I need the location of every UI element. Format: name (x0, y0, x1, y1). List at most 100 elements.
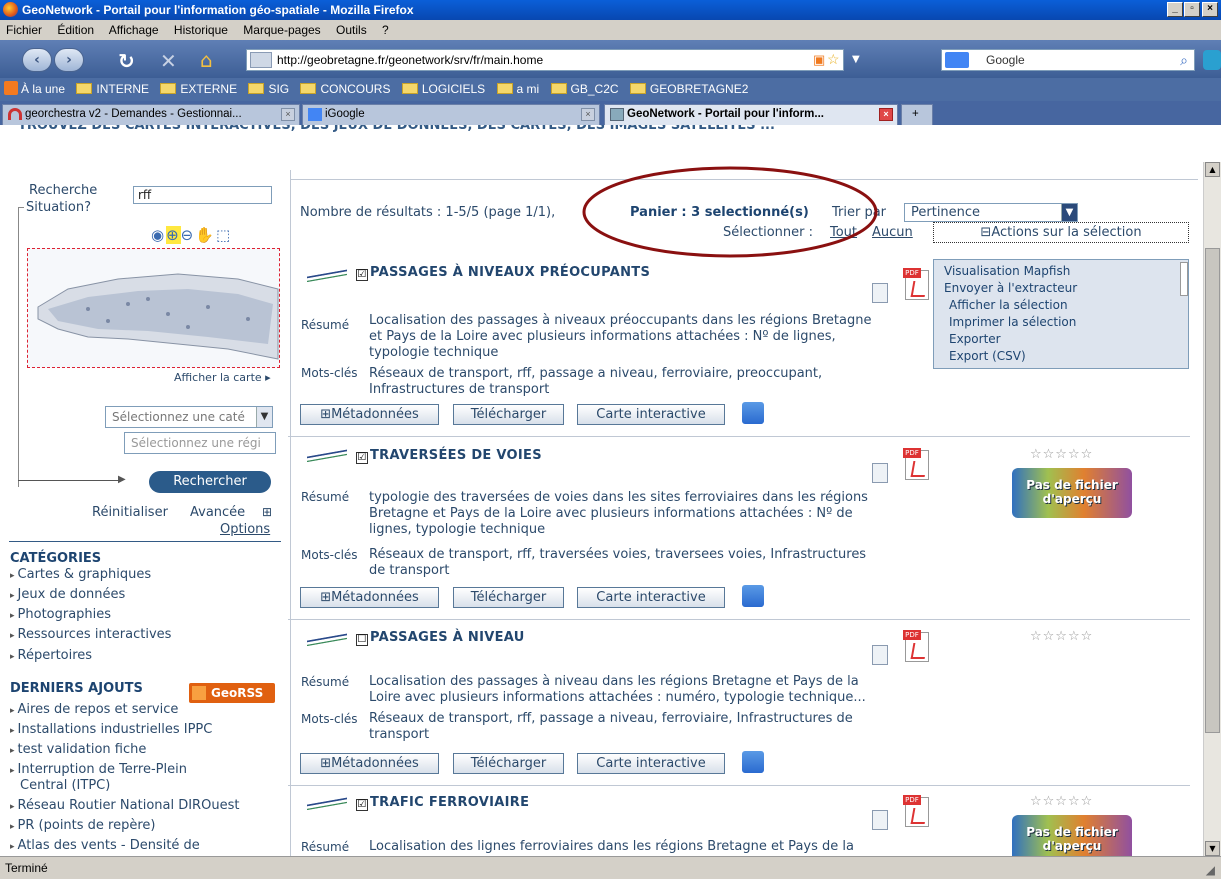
new-tab-button[interactable]: + (901, 104, 933, 125)
result-title[interactable]: ☑ TRAFIC FERROVIAIRE (356, 795, 529, 811)
resize-grip-icon[interactable]: ◢ (1206, 859, 1215, 879)
actions-dropdown-button[interactable]: ⊟Actions sur la sélection (933, 222, 1189, 243)
tab-igoogle[interactable]: iGoogle × (302, 104, 600, 125)
expand-icon[interactable]: ⊞ (262, 505, 272, 519)
action-extracteur[interactable]: Envoyer à l'extracteur (944, 281, 1077, 295)
pdf-icon[interactable] (903, 795, 929, 827)
category-item[interactable]: Répertoires (10, 648, 93, 663)
action-afficher[interactable]: Afficher la sélection (949, 298, 1068, 312)
interactive-map-button[interactable]: Carte interactive (577, 404, 725, 425)
result-title[interactable]: ☐ PASSAGES À NIVEAU (356, 630, 525, 646)
scrollbar-thumb[interactable] (1205, 248, 1220, 733)
action-imprimer[interactable]: Imprimer la sélection (949, 315, 1076, 329)
download-button[interactable]: Télécharger (453, 587, 564, 608)
sort-select[interactable]: Pertinence ▼ (904, 203, 1078, 222)
region-select[interactable]: Sélectionnez une régi (124, 432, 276, 454)
back-button[interactable]: ‹ (22, 48, 52, 72)
category-item[interactable]: Jeux de données (10, 587, 126, 602)
bookmark-interne[interactable]: INTERNE (76, 78, 149, 101)
map-view-icon[interactable] (742, 751, 764, 773)
recent-item[interactable]: Interruption de Terre-Plein (10, 762, 187, 777)
result-title[interactable]: ☑ PASSAGES À NIVEAUX PRÉOCUPANTS (356, 265, 650, 281)
pdf-icon[interactable] (903, 630, 929, 662)
url-dropdown-icon[interactable]: ▼ (852, 54, 860, 65)
menu-help[interactable]: ? (382, 23, 389, 37)
category-select[interactable]: Sélectionnez une caté ▼ (105, 406, 273, 428)
recent-item-continued[interactable]: Central (ITPC) (20, 778, 110, 793)
menu-scrollbar[interactable] (1180, 262, 1188, 296)
bookmark-star-icon[interactable]: ☆ (827, 49, 840, 69)
addon-icon[interactable] (1203, 50, 1221, 70)
scroll-up-icon[interactable]: ▲ (1205, 162, 1220, 177)
advanced-link[interactable]: Avancée (190, 505, 245, 520)
menu-marque-pages[interactable]: Marque-pages (243, 23, 320, 37)
metadata-button[interactable]: ⊞Métadonnées (300, 753, 439, 774)
stop-icon[interactable]: ✕ (160, 49, 177, 73)
bookmark-externe[interactable]: EXTERNE (160, 78, 237, 101)
bookmark-concours[interactable]: CONCOURS (300, 78, 390, 101)
tab-close-icon[interactable]: × (879, 108, 893, 121)
map-view-icon[interactable] (742, 585, 764, 607)
forward-button[interactable]: › (54, 48, 84, 72)
recent-item[interactable]: Aires de repos et service (10, 702, 179, 717)
result-checkbox[interactable]: ☑ (356, 452, 368, 464)
tab-georchestra[interactable]: georchestra v2 - Demandes - Gestionnai..… (2, 104, 300, 125)
search-icon[interactable]: ⌕ (1180, 50, 1188, 70)
pdf-icon[interactable] (903, 268, 929, 300)
recent-item[interactable]: Installations industrielles IPPC (10, 722, 213, 737)
minimize-button[interactable]: _ (1167, 2, 1183, 17)
search-box[interactable]: Google ⌕ (941, 49, 1195, 71)
options-link[interactable]: Options (220, 522, 270, 537)
globe-icon[interactable]: ◉ (151, 226, 166, 244)
document-icon[interactable] (872, 645, 888, 665)
action-export-csv[interactable]: Export (CSV) (949, 349, 1026, 363)
bookmark-sig[interactable]: SIG (248, 78, 289, 101)
category-item[interactable]: Photographies (10, 607, 112, 622)
scroll-down-icon[interactable]: ▼ (1205, 841, 1220, 856)
menu-fichier[interactable]: Fichier (6, 23, 42, 37)
document-icon[interactable] (872, 283, 888, 303)
result-checkbox[interactable]: ☑ (356, 799, 368, 811)
download-button[interactable]: Télécharger (453, 753, 564, 774)
tab-close-icon[interactable]: × (281, 108, 295, 121)
menu-affichage[interactable]: Affichage (109, 23, 159, 37)
maximize-button[interactable]: ▫ (1184, 2, 1200, 17)
situation-map[interactable] (27, 248, 280, 368)
url-bar[interactable]: http://geobretagne.fr/geonetwork/srv/fr/… (246, 49, 844, 71)
pan-hand-icon[interactable]: ✋ (195, 226, 216, 244)
zoom-out-icon[interactable]: ⊖ (181, 226, 196, 244)
recent-item[interactable]: PR (points de repère) (10, 818, 156, 833)
zoom-in-icon[interactable]: ⊕ (166, 226, 181, 244)
georss-button[interactable]: GeoRSS (189, 683, 275, 703)
download-button[interactable]: Télécharger (453, 404, 564, 425)
close-window-button[interactable]: × (1202, 2, 1218, 17)
result-checkbox[interactable]: ☑ (356, 269, 368, 281)
reset-link[interactable]: Réinitialiser (92, 505, 168, 520)
metadata-button[interactable]: ⊞Métadonnées (300, 587, 439, 608)
bookmark-geobretagne2[interactable]: GEOBRETAGNE2 (629, 78, 748, 101)
result-title[interactable]: ☑ TRAVERSÉES DE VOIES (356, 448, 542, 464)
interactive-map-button[interactable]: Carte interactive (577, 587, 725, 608)
bookmark-a-la-une[interactable]: À la une (4, 78, 65, 101)
tab-close-icon[interactable]: × (581, 108, 595, 121)
category-item[interactable]: Cartes & graphiques (10, 567, 152, 582)
reload-icon[interactable]: ↻ (118, 49, 135, 73)
document-icon[interactable] (872, 463, 888, 483)
interactive-map-button[interactable]: Carte interactive (577, 753, 725, 774)
rss-feed-icon[interactable]: ▣ (813, 50, 825, 70)
recent-item[interactable]: Réseau Routier National DIROuest (10, 798, 240, 813)
show-map-link[interactable]: Afficher la carte ▸ (174, 371, 271, 384)
metadata-button[interactable]: ⊞Métadonnées (300, 404, 439, 425)
menu-edition[interactable]: Édition (57, 23, 94, 37)
bookmark-a-mi[interactable]: a mi (496, 78, 539, 101)
document-icon[interactable] (872, 810, 888, 830)
recent-item[interactable]: Atlas des vents - Densité de (10, 838, 200, 853)
search-input[interactable] (133, 186, 272, 204)
select-box-icon[interactable]: ⬚ (216, 226, 232, 244)
rating-stars[interactable]: ☆☆☆☆☆ (1030, 447, 1093, 462)
recent-item[interactable]: test validation fiche (10, 742, 147, 757)
action-mapfish[interactable]: Visualisation Mapfish (944, 264, 1070, 278)
tab-geonetwork[interactable]: GeoNetwork - Portail pour l'inform... × (604, 104, 898, 125)
page-scrollbar[interactable]: ▲ ▼ (1203, 162, 1221, 856)
pdf-icon[interactable] (903, 448, 929, 480)
